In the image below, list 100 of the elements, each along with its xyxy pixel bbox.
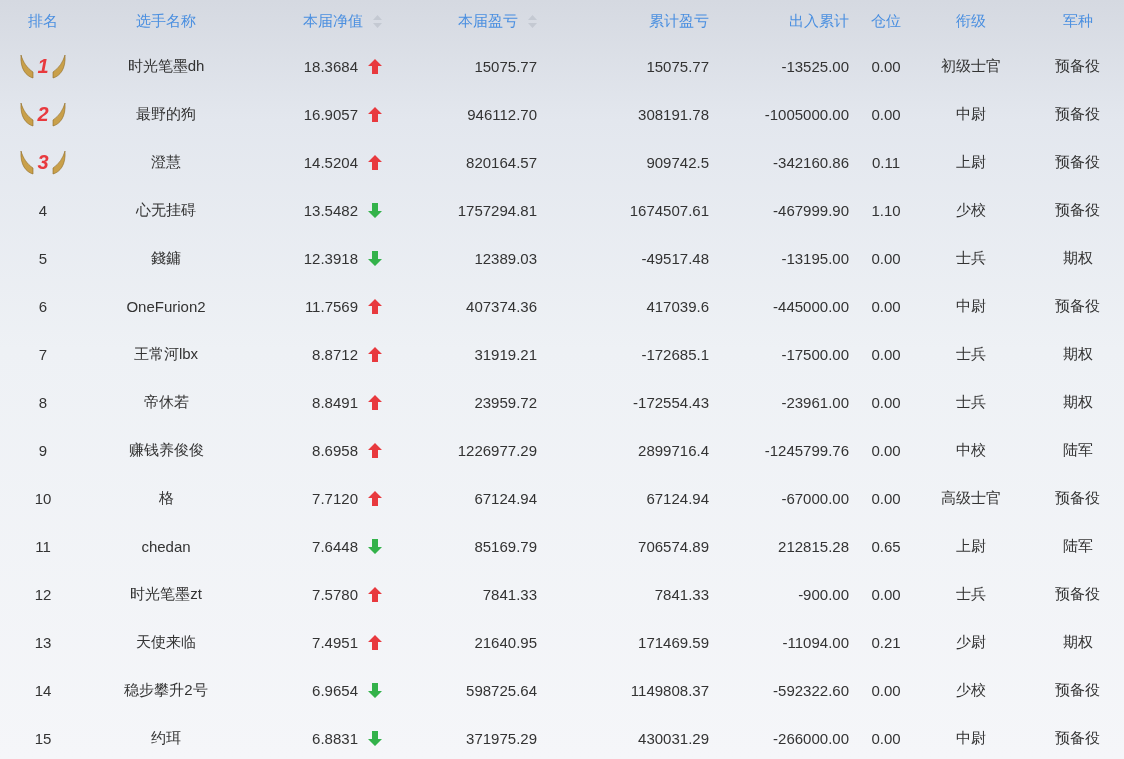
cash-flow: -467999.90 [773,201,849,219]
rank-title: 上尉 [956,536,986,556]
rank-title: 初级士官 [941,56,1001,76]
position-ratio: 0.11 [871,153,901,171]
rank-title: 士兵 [956,344,986,364]
net-value: 7.5780 [312,585,358,603]
player-name: 时光笔墨zt [130,584,202,604]
position-ratio: 0.00 [871,249,901,267]
column-header[interactable]: 排名 [28,11,58,31]
rank-number: 14 [34,681,52,699]
player-name: 约珥 [151,728,181,748]
position-ratio: 0.65 [871,537,901,555]
service-branch: 预备役 [1055,152,1100,172]
position-ratio: 0.00 [871,297,901,315]
service-branch: 陆军 [1062,536,1093,556]
player-name: 格 [158,488,174,508]
cash-flow: -13525.00 [781,57,849,75]
rank-number: 12 [34,585,52,603]
column-header[interactable]: 选手名称 [136,11,196,31]
position-ratio: 0.00 [871,729,901,747]
column-header[interactable]: 仓位 [871,11,901,31]
rank-title: 中校 [956,440,986,460]
rank-title: 中尉 [956,728,986,748]
service-branch: 预备役 [1055,728,1100,748]
period-profit: 946112.70 [467,105,537,123]
cash-flow: 212815.28 [778,537,849,555]
net-value: 16.9057 [303,105,358,123]
column-header[interactable]: 衔级 [956,11,986,31]
rank-number: 8 [38,393,48,411]
medal-rank-number: 3 [37,150,49,174]
net-value: 13.5482 [303,201,358,219]
net-value: 14.5204 [303,153,358,171]
net-value: 6.9654 [312,681,358,699]
position-ratio: 0.00 [871,489,901,507]
net-value: 11.7569 [304,297,358,315]
medal-rank-number: 1 [37,54,49,78]
service-branch: 预备役 [1055,488,1100,508]
column-header[interactable]: 出入累计 [789,11,849,31]
position-ratio: 0.00 [871,105,901,123]
period-profit: 12389.03 [474,249,537,267]
medal-rank-number: 2 [37,102,49,126]
position-ratio: 0.00 [871,585,901,603]
rank-number: 6 [38,297,48,315]
total-profit: 171469.59 [638,633,709,651]
cash-flow: -900.00 [798,585,849,603]
rank-number: 5 [38,249,48,267]
cash-flow: -342160.86 [773,153,849,171]
period-profit: 371975.29 [466,729,537,747]
player-name: chedan [141,537,191,555]
rank-number: 7 [38,345,48,363]
position-ratio: 0.21 [871,633,901,651]
rank-title: 少校 [956,680,986,700]
rank-title: 少校 [956,200,986,220]
column-header[interactable]: 军种 [1062,11,1093,31]
rank-title: 中尉 [956,296,986,316]
column-header[interactable]: 本届净值 [303,11,363,31]
period-profit: 7841.33 [482,585,537,603]
player-name: 錢鏞 [151,248,181,268]
net-value: 12.3918 [303,249,358,267]
position-ratio: 1.10 [871,201,901,219]
net-value: 8.8712 [312,345,358,363]
rank-title: 少尉 [956,632,986,652]
position-ratio: 0.00 [871,681,901,699]
cash-flow: -445000.00 [773,297,849,315]
column-header[interactable]: 累计盈亏 [649,11,709,31]
period-profit: 15075.77 [474,57,537,75]
total-profit: 2899716.4 [638,441,709,459]
service-branch: 陆军 [1062,440,1093,460]
position-ratio: 0.00 [871,393,901,411]
total-profit: -49517.48 [641,249,709,267]
service-branch: 预备役 [1055,200,1100,220]
player-name: OneFurion2 [126,297,206,315]
period-profit: 31919.21 [474,345,537,363]
net-value: 18.3684 [303,57,358,75]
player-name: 赚钱养俊俊 [128,440,204,460]
period-profit: 598725.64 [466,681,537,699]
period-profit: 23959.72 [474,393,537,411]
net-value: 8.6958 [312,441,358,459]
column-header[interactable]: 本届盈亏 [458,11,518,31]
period-profit: 85169.79 [474,537,537,555]
service-branch: 期权 [1062,632,1093,652]
position-ratio: 0.00 [871,345,901,363]
wing-icon [51,149,67,175]
wing-icon [51,101,67,127]
service-branch: 预备役 [1055,584,1100,604]
total-profit: 1149808.37 [630,681,709,699]
cash-flow: -11094.00 [782,633,849,651]
cash-flow: -1005000.00 [764,105,849,123]
player-name: 最野的狗 [136,104,196,124]
rank-title: 士兵 [956,248,986,268]
rank-number: 4 [38,201,48,219]
rank-title: 上尉 [956,152,986,172]
net-value: 6.8831 [312,729,358,747]
period-profit: 21640.95 [474,633,537,651]
net-value: 7.4951 [312,633,358,651]
rank-number: 13 [34,633,52,651]
rank-number: 9 [38,441,48,459]
position-ratio: 0.00 [871,57,901,75]
rank-number: 10 [34,489,52,507]
cash-flow: -23961.00 [781,393,849,411]
